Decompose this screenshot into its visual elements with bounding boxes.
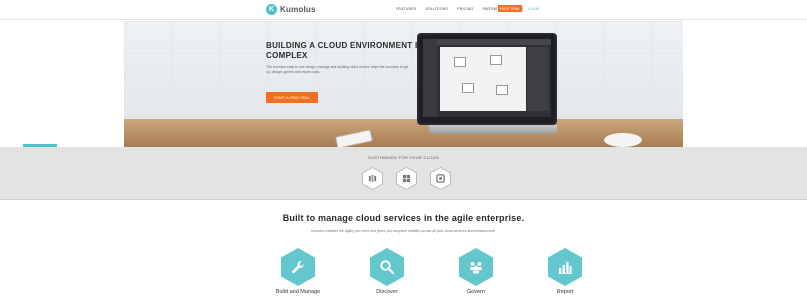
- people-icon: [459, 248, 493, 286]
- laptop-screen-image: [417, 33, 557, 125]
- app-preview: [423, 39, 551, 117]
- bar-chart-icon: [548, 248, 582, 286]
- section-subline: Kumolus enables the agility you need and…: [311, 229, 496, 233]
- platform-icons: [362, 167, 451, 190]
- logo-text: Kumolus: [280, 5, 316, 14]
- feature-label: Discover: [376, 289, 398, 295]
- feature-label: Build and Manage: [275, 289, 321, 295]
- wrench-icon: [281, 248, 315, 286]
- diagram-node: [454, 57, 466, 67]
- mouse-image: [604, 133, 642, 147]
- section-headline: Built to manage cloud services in the ag…: [282, 213, 525, 223]
- login-link[interactable]: Login: [528, 7, 539, 11]
- search-icon: [370, 248, 404, 286]
- hero-section: BUILDING A CLOUD ENVIRONMENT IS COMPLEX …: [124, 21, 683, 147]
- nav-link-solutions[interactable]: Solutions: [426, 7, 449, 11]
- logo[interactable]: K Kumolus: [266, 4, 316, 15]
- feature-label: Govern: [466, 289, 486, 295]
- diagram-node: [462, 83, 474, 93]
- hero-title: BUILDING A CLOUD ENVIRONMENT IS COMPLEX: [266, 41, 424, 60]
- app-preview-sidebar: [423, 39, 437, 117]
- feature-govern[interactable]: Govern: [447, 248, 505, 295]
- diagram-node: [496, 85, 508, 95]
- app-preview-toolbar: [437, 39, 551, 45]
- diagram-node: [490, 55, 502, 65]
- page: K Kumolus Features Solutions Pricing Par…: [0, 0, 807, 300]
- free-trial-button[interactable]: Free Trial: [498, 5, 522, 12]
- nav-link-features[interactable]: Features: [396, 7, 417, 11]
- openstack-icon[interactable]: [430, 167, 451, 190]
- feature-build-and-manage[interactable]: Build and Manage: [269, 248, 327, 295]
- feature-label: Report: [556, 289, 574, 295]
- aws-icon[interactable]: [362, 167, 383, 190]
- feature-list: Build and Manage Discover Govern Report: [269, 248, 594, 295]
- logo-mark-icon: K: [266, 4, 277, 15]
- nav-link-pricing[interactable]: Pricing: [457, 7, 473, 11]
- customized-band: Customized for your cloud: [0, 147, 807, 200]
- windows-icon[interactable]: [396, 167, 417, 190]
- laptop-base-image: [429, 125, 557, 134]
- feature-discover[interactable]: Discover: [358, 248, 416, 295]
- top-nav: K Kumolus Features Solutions Pricing Par…: [0, 0, 807, 20]
- feature-report[interactable]: Report: [536, 248, 594, 295]
- hero-description: The Kumolus easy-to-use design, manage a…: [266, 65, 409, 74]
- desk-surface: [124, 119, 683, 147]
- app-preview-canvas: [440, 47, 526, 111]
- app-preview-panel: [527, 47, 549, 111]
- start-trial-button[interactable]: Start a free trial: [266, 92, 318, 103]
- band-title: Customized for your cloud: [367, 155, 440, 160]
